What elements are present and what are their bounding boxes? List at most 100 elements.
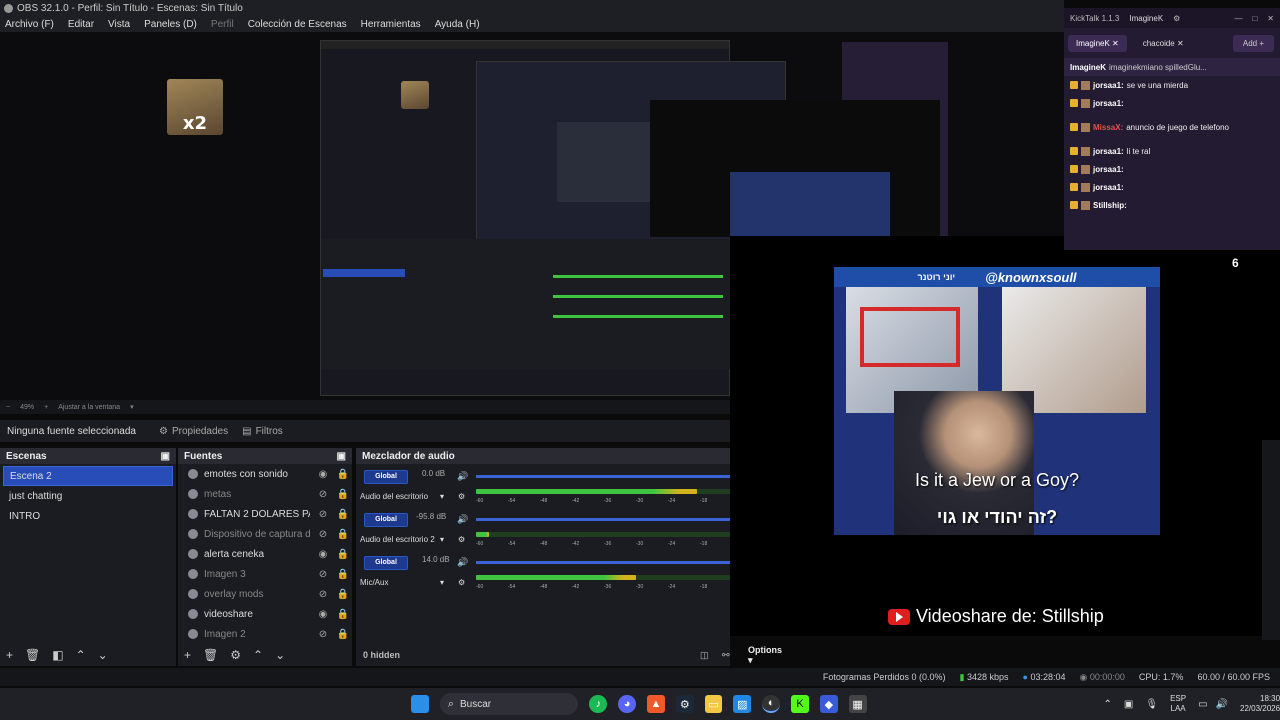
chat-message[interactable]: jorsaa1: se ve una mierda	[1064, 76, 1280, 94]
discord-icon[interactable]: ◕	[618, 695, 637, 713]
chat-username[interactable]: Stillship:	[1093, 201, 1127, 210]
spotify-icon[interactable]: ♪	[589, 695, 608, 713]
volume-icon[interactable]: 🔊	[1216, 699, 1228, 710]
source-item[interactable]: overlay mods ⊘ 🔒	[178, 584, 352, 604]
undock-icon[interactable]: ▣	[161, 451, 170, 462]
brave-icon[interactable]: ▲	[647, 695, 665, 713]
source-item[interactable]: Dispositivo de captura de v ⊘ 🔒	[178, 524, 352, 544]
chat-message[interactable]: jorsaa1:	[1064, 178, 1280, 196]
source-item[interactable]: FALTAN 2 DOLARES PARA E ⊘ 🔒	[178, 504, 352, 524]
tray-chevron-icon[interactable]: ⌃	[1104, 699, 1112, 710]
global-button[interactable]: Global	[364, 470, 408, 484]
kicktalk-taskbar-icon[interactable]: ◆	[819, 695, 838, 713]
add-chat-button[interactable]: Add +	[1232, 34, 1274, 52]
source-item[interactable]: Imagen 3 ⊘ 🔒	[178, 564, 352, 584]
menu-help[interactable]: Ayuda (H)	[435, 19, 480, 30]
source-item[interactable]: alerta ceneka ◉ 🔒	[178, 544, 352, 564]
add-source-icon[interactable]: +	[184, 648, 191, 662]
chat-message[interactable]: jorsaa1:	[1064, 94, 1280, 112]
move-up-icon[interactable]: ⌃	[76, 648, 86, 662]
eye-off-icon[interactable]: ⊘	[316, 509, 330, 520]
mic-icon[interactable]: 🎙	[1145, 699, 1158, 710]
channel-settings-icon[interactable]: ⚙	[458, 492, 465, 501]
kick-icon[interactable]: K	[791, 695, 809, 713]
eye-off-icon[interactable]: ⊘	[316, 589, 330, 600]
volume-slider[interactable]	[476, 475, 730, 478]
properties-button[interactable]: ⚙ Propiedades	[159, 426, 228, 437]
move-down-icon[interactable]: ⌄	[98, 648, 108, 662]
channel-settings-icon[interactable]: ⚙	[458, 535, 465, 544]
channel-menu-icon[interactable]: ▾	[440, 535, 444, 544]
volume-icon[interactable]: 🔊	[457, 471, 468, 482]
global-button[interactable]: Global	[364, 513, 408, 527]
kicktalk-account[interactable]: ImagineK	[1129, 14, 1163, 23]
channel-settings-icon[interactable]: ⚙	[458, 578, 465, 587]
remove-source-icon[interactable]: 🗑	[203, 648, 218, 662]
eye-off-icon[interactable]: ⊘	[316, 529, 330, 540]
photos-icon[interactable]: ▨	[733, 695, 752, 713]
channel-menu-icon[interactable]: ▾	[440, 492, 444, 501]
move-down-icon[interactable]: ⌄	[275, 648, 285, 662]
steam-icon[interactable]: ⚙	[675, 695, 694, 713]
volume-icon[interactable]: 🔊	[457, 514, 468, 525]
folder-icon[interactable]: ▭	[704, 695, 723, 713]
menu-edit[interactable]: Editar	[68, 19, 94, 30]
settings-icon[interactable]: ⚙	[1173, 14, 1180, 23]
fit-to-window[interactable]: Ajustar a la ventana	[58, 404, 120, 411]
chat-username[interactable]: jorsaa1:	[1093, 99, 1124, 108]
eye-off-icon[interactable]: ⊘	[316, 489, 330, 500]
undock-icon[interactable]: ▣	[337, 451, 346, 462]
lock-icon[interactable]: 🔒	[336, 629, 350, 640]
calculator-icon[interactable]: ▦	[848, 695, 867, 713]
lock-icon[interactable]: 🔒	[336, 489, 350, 500]
eye-off-icon[interactable]: ⊘	[316, 569, 330, 580]
chat-message[interactable]: MissaX: anuncio de juego de telefono	[1064, 112, 1280, 142]
menu-view[interactable]: Vista	[108, 19, 130, 30]
link-icon[interactable]: ⚯	[722, 650, 730, 661]
layout-icon[interactable]: ◫	[700, 650, 709, 661]
chat-username[interactable]: MissaX:	[1093, 123, 1123, 132]
source-item[interactable]: videoshare ◉ 🔒	[178, 604, 352, 624]
scene-item[interactable]: Escena 2	[3, 466, 173, 486]
close-icon[interactable]: ✕	[1267, 14, 1274, 23]
chat-tab[interactable]: chacoide ✕	[1135, 35, 1192, 52]
chat-username[interactable]: jorsaa1:	[1093, 147, 1124, 156]
eye-icon[interactable]: ◉	[316, 469, 330, 480]
menu-tools[interactable]: Herramientas	[361, 19, 421, 30]
filters-button[interactable]: ▤ Filtros	[242, 426, 283, 437]
lock-icon[interactable]: 🔒	[336, 549, 350, 560]
fit-dropdown-icon[interactable]: ▾	[130, 403, 134, 411]
chat-message[interactable]: jorsaa1: li te ral	[1064, 142, 1280, 160]
menu-profile[interactable]: Perfil	[211, 19, 234, 30]
windows-start-icon[interactable]	[411, 695, 429, 713]
options-button[interactable]: Options ▾	[748, 645, 782, 666]
zoom-plus-icon[interactable]: +	[44, 404, 48, 411]
remove-scene-icon[interactable]: 🗑	[25, 648, 40, 662]
chat-message[interactable]: Stillship:	[1064, 196, 1280, 214]
taskbar-search[interactable]: ⌕ Buscar	[439, 693, 579, 715]
hidden-count[interactable]: 0 hidden	[363, 650, 400, 660]
scene-item[interactable]: just chatting	[3, 486, 173, 506]
move-up-icon[interactable]: ⌃	[253, 648, 263, 662]
channel-menu-icon[interactable]: ▾	[440, 578, 444, 587]
lock-icon[interactable]: 🔒	[336, 469, 350, 480]
menu-scene-collection[interactable]: Colección de Escenas	[248, 19, 347, 30]
zoom-minus-icon[interactable]: −	[6, 404, 10, 411]
clock[interactable]: 18:30 22/03/2026	[1240, 694, 1280, 714]
lock-icon[interactable]: 🔒	[336, 509, 350, 520]
source-item[interactable]: metas ⊘ 🔒	[178, 484, 352, 504]
source-item[interactable]: Imagen 2 ⊘ 🔒	[178, 624, 352, 644]
volume-icon[interactable]: 🔊	[457, 557, 468, 568]
maximize-icon[interactable]: □	[1252, 14, 1257, 23]
eye-off-icon[interactable]: ⊘	[316, 629, 330, 640]
volume-slider[interactable]	[476, 518, 730, 521]
lock-icon[interactable]: 🔒	[336, 569, 350, 580]
source-item[interactable]: emotes con sonido ◉ 🔒	[178, 464, 352, 484]
scene-filters-icon[interactable]: ◧	[52, 648, 63, 662]
chat-username[interactable]: jorsaa1:	[1093, 81, 1124, 90]
chat-tab[interactable]: ImagineK ✕	[1068, 34, 1127, 52]
network-icon[interactable]: ▭	[1198, 699, 1207, 710]
lock-icon[interactable]: 🔒	[336, 529, 350, 540]
volume-slider[interactable]	[476, 561, 730, 564]
chat-message[interactable]: jorsaa1:	[1064, 160, 1280, 178]
